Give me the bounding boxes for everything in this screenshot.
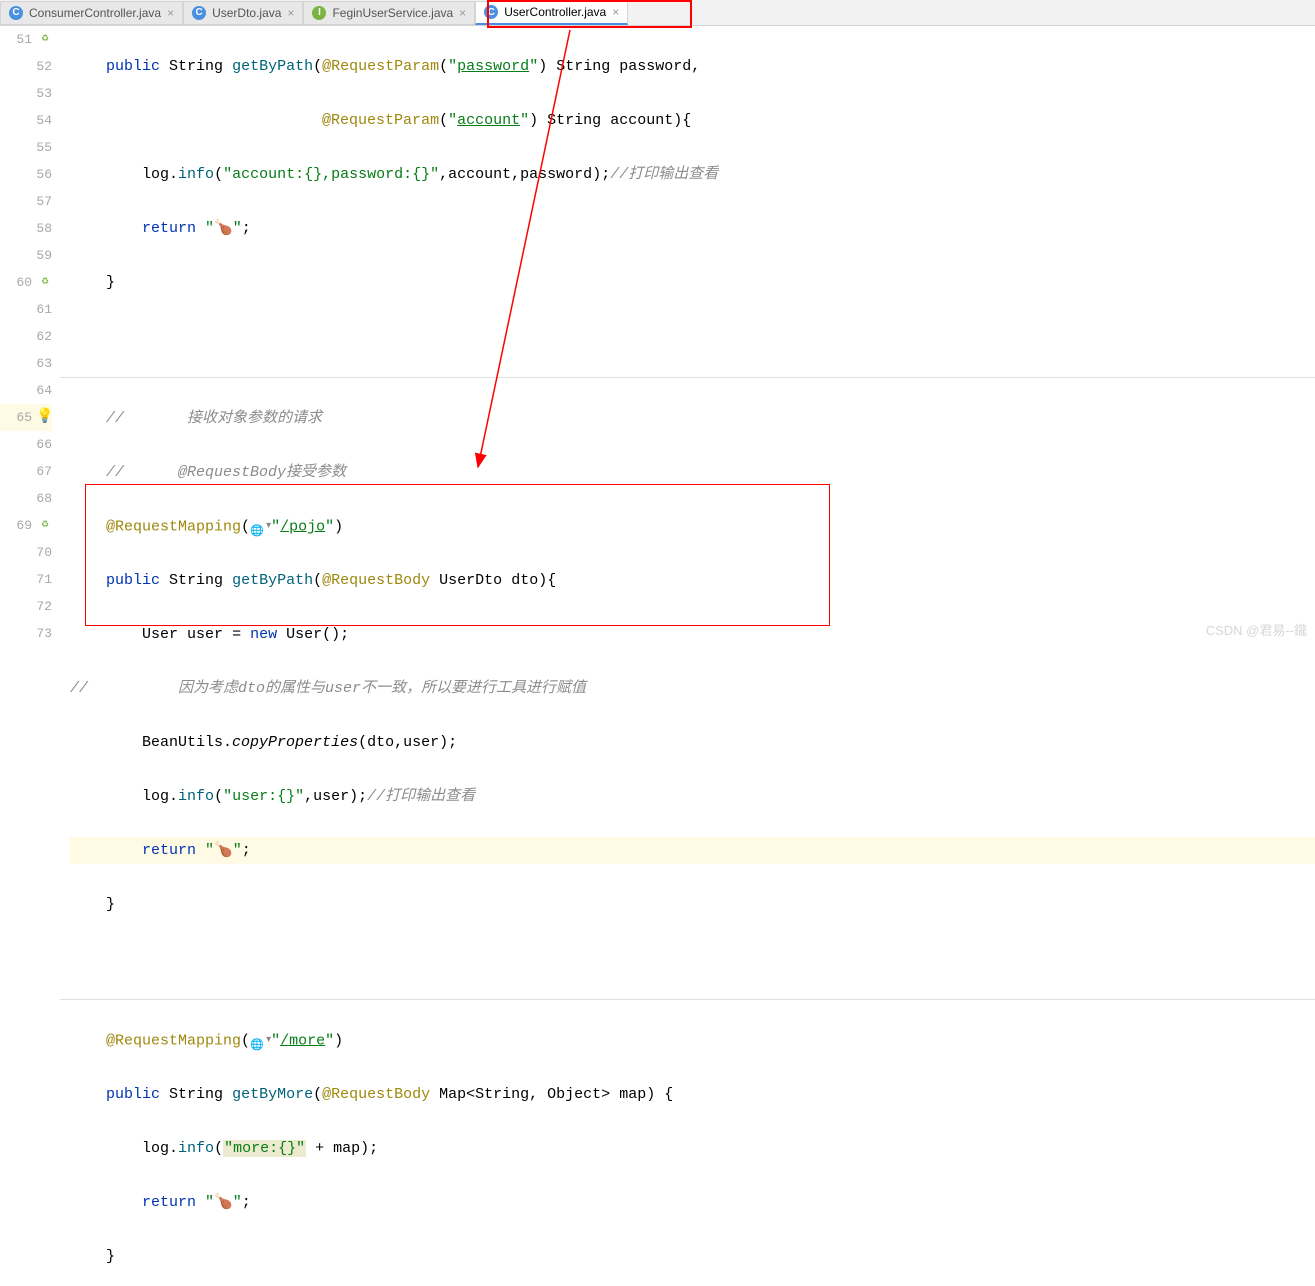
code-line[interactable]: log.info("more:{}" + map); xyxy=(70,1135,1315,1162)
method-separator xyxy=(60,999,1315,1000)
line-number: 59 xyxy=(36,242,52,269)
line-number: 57 xyxy=(36,188,52,215)
code-area[interactable]: public String getByPath(@RequestParam("p… xyxy=(60,26,1315,643)
line-number: 52 xyxy=(36,53,52,80)
tab-user-dto[interactable]: C UserDto.java × xyxy=(183,1,303,25)
code-line[interactable]: public String getByPath(@RequestParam("p… xyxy=(70,53,1315,80)
tab-label: FeginUserService.java xyxy=(332,6,453,20)
code-line[interactable]: // @RequestBody接受参数 xyxy=(70,459,1315,486)
class-file-icon: C xyxy=(484,5,498,19)
intention-bulb-icon[interactable]: 💡 xyxy=(38,411,52,425)
tab-label: UserController.java xyxy=(504,5,606,19)
class-file-icon: C xyxy=(192,6,206,20)
web-icon[interactable] xyxy=(250,520,264,534)
line-number: 53 xyxy=(36,80,52,107)
code-line[interactable]: // 因为考虑dto的属性与user不一致，所以要进行工具进行赋值 xyxy=(70,675,1315,702)
tab-consumer-controller[interactable]: C ConsumerController.java × xyxy=(0,1,183,25)
code-line[interactable]: return "🍗"; xyxy=(70,1189,1315,1216)
code-line[interactable]: BeanUtils.copyProperties(dto,user); xyxy=(70,729,1315,756)
override-icon[interactable]: ♻ xyxy=(38,519,52,533)
watermark: CSDN @君易--鑨 xyxy=(1206,620,1307,639)
line-number: 60 xyxy=(16,269,32,296)
code-line[interactable]: } xyxy=(70,1243,1315,1270)
line-number: 64 xyxy=(36,377,52,404)
line-number: 62 xyxy=(36,323,52,350)
override-icon[interactable]: ♻ xyxy=(38,276,52,290)
line-number: 70 xyxy=(36,539,52,566)
line-number: 71 xyxy=(36,566,52,593)
code-line[interactable]: @RequestParam("account") String account)… xyxy=(70,107,1315,134)
tab-user-controller[interactable]: C UserController.java × xyxy=(475,1,628,25)
code-line-current[interactable]: return "🍗"; xyxy=(70,837,1315,864)
line-number: 65 xyxy=(16,404,32,431)
web-icon[interactable] xyxy=(250,1034,264,1048)
code-line[interactable]: log.info("account:{},password:{}",accoun… xyxy=(70,161,1315,188)
code-line[interactable]: } xyxy=(70,891,1315,918)
line-number: 61 xyxy=(36,296,52,323)
line-number: 58 xyxy=(36,215,52,242)
line-number: 72 xyxy=(36,593,52,620)
class-file-icon: C xyxy=(9,6,23,20)
code-line[interactable]: public String getByMore(@RequestBody Map… xyxy=(70,1081,1315,1108)
code-line[interactable]: User user = new User(); xyxy=(70,621,1315,648)
code-line[interactable]: @RequestMapping(▾"/more") xyxy=(70,1027,1315,1054)
close-icon[interactable]: × xyxy=(167,6,174,20)
line-number: 56 xyxy=(36,161,52,188)
line-number: 69 xyxy=(16,512,32,539)
code-line[interactable]: return "🍗"; xyxy=(70,215,1315,242)
tab-label: UserDto.java xyxy=(212,6,281,20)
editor-area: 51 ♻ 52 53 54 55 56 57 58 59 60 ♻ 61 62 63… xyxy=(0,26,1315,643)
code-line[interactable]: log.info("user:{}",user);//打印输出查看 xyxy=(70,783,1315,810)
line-number: 55 xyxy=(36,134,52,161)
line-number: 51 xyxy=(16,26,32,53)
annotation-method-highlight xyxy=(85,484,830,626)
code-line[interactable] xyxy=(70,323,1315,350)
tab-label: ConsumerController.java xyxy=(29,6,161,20)
line-number: 67 xyxy=(36,458,52,485)
code-line[interactable]: public String getByPath(@RequestBody Use… xyxy=(70,567,1315,594)
close-icon[interactable]: × xyxy=(612,5,619,19)
tab-bar: C ConsumerController.java × C UserDto.ja… xyxy=(0,0,1315,26)
code-line[interactable] xyxy=(70,945,1315,972)
code-line[interactable]: } xyxy=(70,269,1315,296)
close-icon[interactable]: × xyxy=(459,6,466,20)
line-number: 66 xyxy=(36,431,52,458)
line-number: 68 xyxy=(36,485,52,512)
gutter: 51 ♻ 52 53 54 55 56 57 58 59 60 ♻ 61 62 63… xyxy=(0,26,60,643)
close-icon[interactable]: × xyxy=(287,6,294,20)
code-line[interactable]: // 接收对象参数的请求 xyxy=(70,405,1315,432)
line-number: 63 xyxy=(36,350,52,377)
interface-file-icon: I xyxy=(312,6,326,20)
line-number: 54 xyxy=(36,107,52,134)
tab-fegin-user-service[interactable]: I FeginUserService.java × xyxy=(303,1,475,25)
method-separator xyxy=(60,377,1315,378)
override-icon[interactable]: ♻ xyxy=(38,33,52,47)
code-line[interactable]: @RequestMapping(▾"/pojo") xyxy=(70,513,1315,540)
